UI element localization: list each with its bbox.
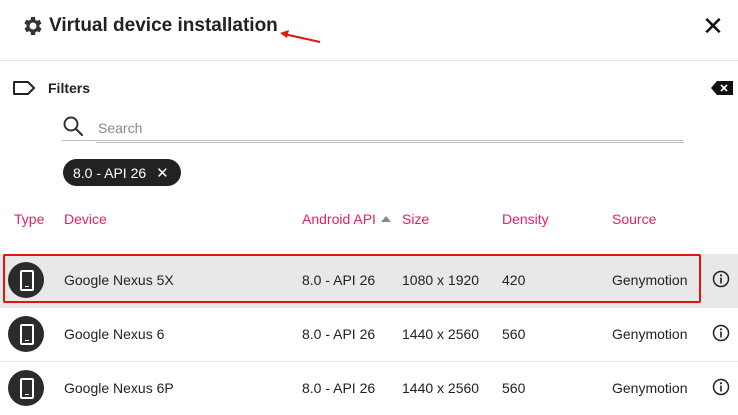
- info-icon[interactable]: [712, 324, 730, 342]
- chip-remove-icon[interactable]: ✕: [156, 164, 169, 182]
- phone-icon: [8, 262, 44, 298]
- screen-size: 1440 x 2560: [402, 326, 480, 342]
- source: Genymotion: [612, 380, 688, 396]
- density: 420: [502, 272, 526, 288]
- search-input[interactable]: [96, 114, 684, 143]
- gear-icon: [24, 17, 42, 35]
- android-api: 8.0 - API 26: [302, 326, 376, 342]
- source: Genymotion: [612, 272, 688, 288]
- chip-label: 8.0 - API 26: [73, 164, 147, 181]
- column-header-android-api-label: Android API: [302, 211, 376, 227]
- screen-size: 1440 x 2560: [402, 380, 480, 396]
- density: 560: [502, 326, 526, 342]
- phone-icon: [8, 370, 44, 406]
- column-header-source[interactable]: Source: [612, 211, 656, 227]
- column-header-device[interactable]: Device: [64, 211, 107, 227]
- phone-icon: [8, 316, 44, 352]
- clear-filters-icon[interactable]: [711, 81, 733, 95]
- device-name: Google Nexus 6P: [64, 380, 174, 396]
- column-header-density[interactable]: Density: [502, 211, 549, 227]
- table-row[interactable]: Google Nexus 5X 8.0 - API 26 1080 x 1920…: [0, 254, 738, 308]
- search-underline: [62, 140, 683, 141]
- dialog-header: Virtual device installation ✕: [0, 0, 738, 61]
- sort-ascending-icon: [380, 216, 391, 222]
- device-name: Google Nexus 6: [64, 326, 165, 342]
- column-header-type[interactable]: Type: [14, 211, 44, 227]
- table-row[interactable]: Google Nexus 6P 8.0 - API 26 1440 x 2560…: [0, 362, 738, 415]
- label-tag-icon: [13, 81, 35, 95]
- filter-chip-api[interactable]: 8.0 - API 26 ✕: [63, 159, 181, 186]
- android-api: 8.0 - API 26: [302, 380, 376, 396]
- column-header-android-api[interactable]: Android API: [302, 211, 391, 227]
- annotation-arrow: [280, 30, 321, 43]
- android-api: 8.0 - API 26: [302, 272, 376, 288]
- filters-label: Filters: [48, 80, 91, 96]
- column-header-size[interactable]: Size: [402, 211, 429, 227]
- info-icon[interactable]: [712, 378, 730, 396]
- close-button[interactable]: ✕: [700, 13, 726, 40]
- dialog-title: Virtual device installation: [49, 15, 278, 36]
- search-icon: [63, 116, 84, 137]
- device-name: Google Nexus 5X: [64, 272, 174, 288]
- source: Genymotion: [612, 326, 688, 342]
- density: 560: [502, 380, 526, 396]
- table-row[interactable]: Google Nexus 6 8.0 - API 26 1440 x 2560 …: [0, 308, 738, 362]
- info-icon[interactable]: [712, 270, 730, 288]
- screen-size: 1080 x 1920: [402, 272, 480, 288]
